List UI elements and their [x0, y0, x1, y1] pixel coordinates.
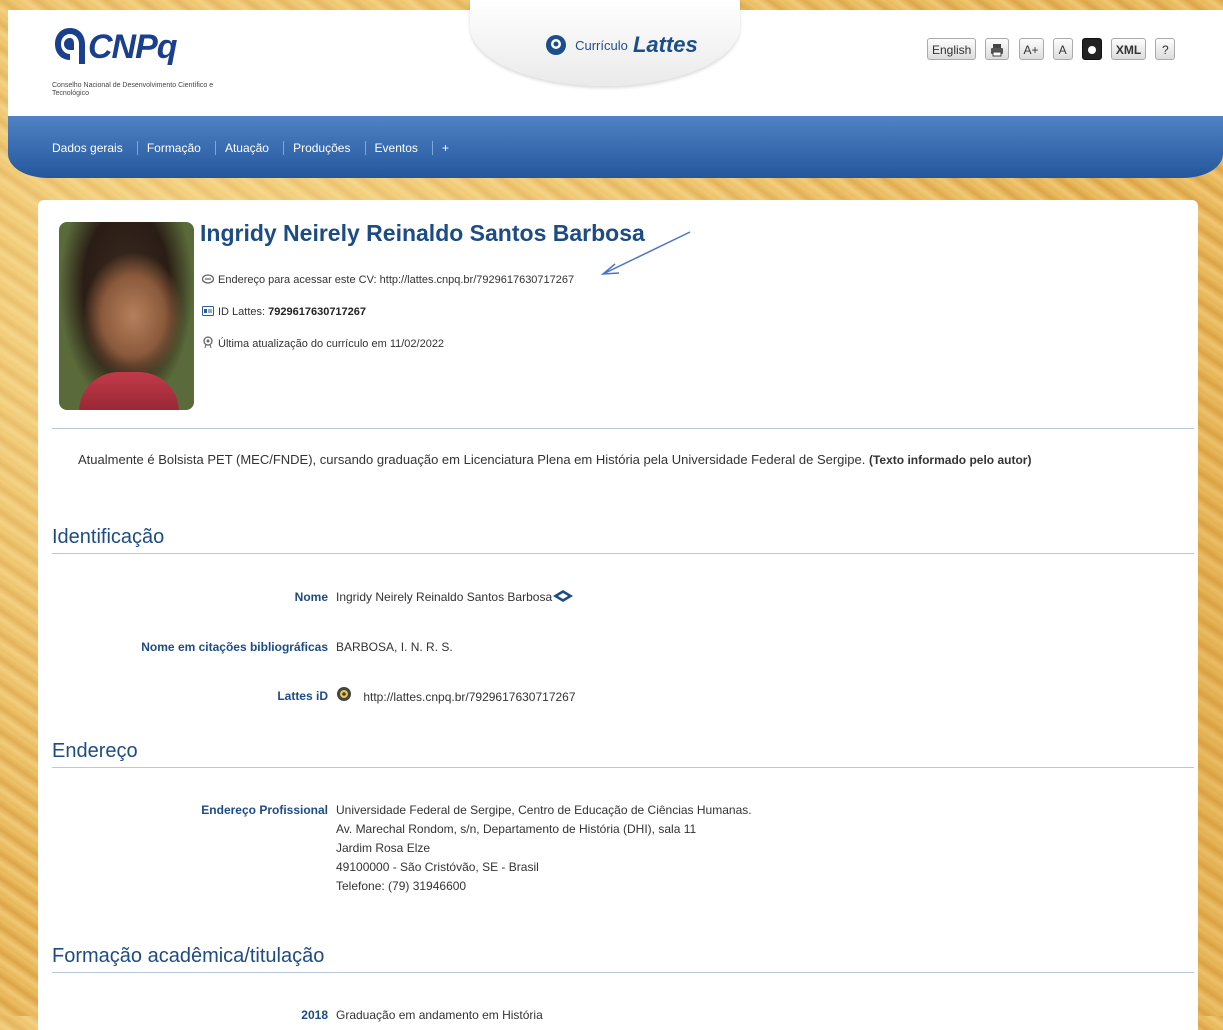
cnpq-logo-text: CNPq — [88, 28, 178, 66]
lattes-logo: Currículo Lattes — [545, 32, 698, 58]
nome-value: Ingridy Neirely Reinaldo Santos Barbosa — [336, 590, 553, 604]
citacoes-value: BARBOSA, I. N. R. S. — [336, 640, 453, 654]
lattes-id-value: 7929617630717267 — [268, 306, 367, 318]
lattes-logo-big-text: Lattes — [632, 32, 698, 57]
address-line: Av. Marechal Rondom, s/n, Departamento d… — [336, 822, 697, 836]
curriculo-lattes-banner[interactable]: Currículo Lattes — [470, 0, 740, 86]
cv-address-line: Endereço para acessar este CV: http://la… — [202, 274, 574, 286]
nome-label: Nome — [294, 590, 328, 604]
endereco-profissional-label: Endereço Profissional — [201, 803, 328, 817]
normal-font-button[interactable]: A — [1052, 38, 1073, 60]
cv-address-label: Endereço para acessar este CV: — [218, 274, 377, 286]
last-update-date: 11/02/2022 — [389, 338, 445, 350]
nav-item-dados-gerais[interactable]: Dados gerais — [52, 141, 132, 155]
citacoes-label: Nome em citações bibliográficas — [141, 640, 328, 654]
section-title-endereco: Endereço — [52, 740, 1194, 768]
profile-summary: Atualmente é Bolsista PET (MEC/FNDE), cu… — [78, 452, 1031, 467]
divider — [52, 428, 1194, 429]
lattes-id-label: ID Lattes: — [218, 306, 266, 318]
cv-content: Ingridy Neirely Reinaldo Santos Barbosa … — [38, 200, 1198, 1030]
last-update-label: Última atualização do currículo em — [218, 338, 387, 350]
nome-value-row: Ingridy Neirely Reinaldo Santos Barbosa — [336, 588, 574, 607]
contrast-icon — [1087, 46, 1096, 54]
address-line: Telefone: (79) 31946600 — [336, 879, 467, 893]
lattes-id-line: ID Lattes: 7929617630717267 — [202, 306, 366, 318]
cv-address-url[interactable]: http://lattes.cnpq.br/7929617630717267 — [380, 274, 575, 286]
summary-text: Atualmente é Bolsista PET (MEC/FNDE), cu… — [78, 452, 866, 467]
printer-icon — [991, 44, 1004, 57]
summary-note: (Texto informado pelo autor) — [869, 453, 1032, 467]
profile-photo — [59, 222, 194, 410]
nav-item-formacao[interactable]: Formação — [136, 141, 210, 155]
nav-item-producoes[interactable]: Produções — [283, 141, 359, 155]
lattes-id-icon — [337, 687, 351, 701]
lattes-id-row-label: Lattes iD — [277, 689, 328, 703]
section-title-identificacao: Identificação — [52, 526, 1194, 554]
address-line: Jardim Rosa Elze — [336, 841, 431, 855]
lattes-id-link[interactable]: http://lattes.cnpq.br/7929617630717267 — [363, 690, 575, 704]
section-title-formacao: Formação acadêmica/titulação — [52, 945, 1194, 973]
link-icon — [202, 274, 214, 284]
help-button[interactable]: ? — [1155, 38, 1176, 60]
toolbar: English A+ A XML ? — [927, 38, 1179, 62]
annotation-arrow — [600, 231, 691, 275]
nav-item-eventos[interactable]: Eventos — [364, 141, 427, 155]
profile-name: Ingridy Neirely Reinaldo Santos Barbosa — [200, 220, 645, 246]
site-header: CNPq Conselho Nacional de Desenvolviment… — [8, 0, 1223, 116]
cnpq-logo-icon — [55, 28, 85, 64]
xml-button[interactable]: XML — [1110, 38, 1147, 60]
address-line: 49100000 - São Cristóvão, SE - Brasil — [336, 860, 539, 874]
update-badge-icon — [203, 336, 213, 348]
receita-federal-icon — [553, 590, 574, 602]
lattes-id-row: http://lattes.cnpq.br/7929617630717267 — [336, 687, 576, 707]
cnpq-logo-subtitle: Conselho Nacional de Desenvolvimento Cie… — [52, 82, 214, 97]
nav-item-more[interactable]: + — [432, 141, 458, 155]
id-card-icon — [202, 306, 214, 316]
high-contrast-button[interactable] — [1081, 38, 1102, 60]
profile-photo-shirt — [79, 372, 179, 410]
print-button[interactable] — [985, 38, 1010, 60]
cnpq-logo[interactable]: CNPq Conselho Nacional de Desenvolviment… — [52, 24, 213, 104]
increase-font-button[interactable]: A+ — [1018, 38, 1044, 60]
english-button[interactable]: English — [927, 38, 977, 60]
address-line: Universidade Federal de Sergipe, Centro … — [336, 803, 752, 817]
endereco-profissional-value: Universidade Federal de Sergipe, Centro … — [336, 801, 752, 896]
main-navigation: Dados gerais Formação Atuação Produções … — [8, 116, 1223, 178]
last-update-line: Última atualização do currículo em 11/02… — [202, 336, 444, 350]
lattes-pin-icon — [546, 35, 566, 55]
nav-item-atuacao[interactable]: Atuação — [214, 141, 278, 155]
formacao-year: 2018 — [301, 1008, 328, 1022]
lattes-logo-small-text: Currículo — [575, 37, 628, 53]
